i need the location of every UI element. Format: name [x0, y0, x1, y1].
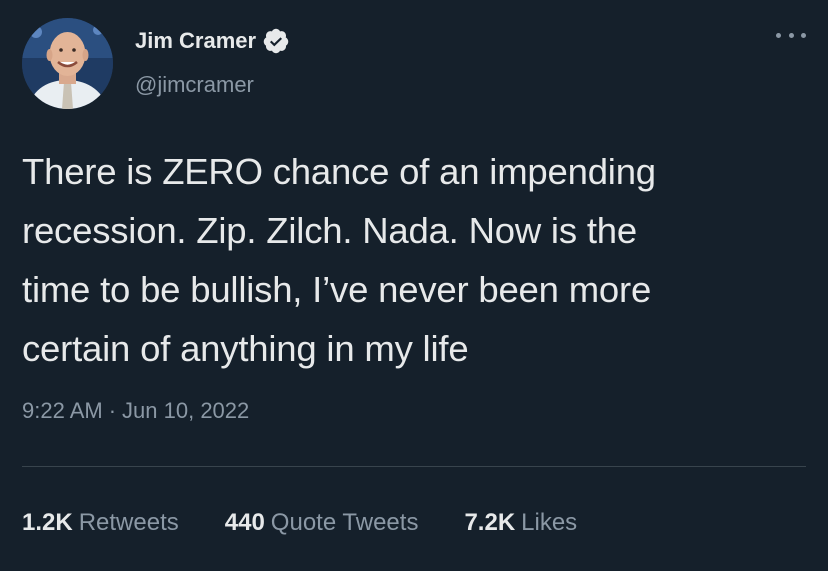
divider: [22, 466, 806, 467]
more-dot: [801, 32, 806, 38]
more-dot: [788, 32, 794, 38]
tweet-card: Jim Cramer @jimcramer There is ZERO chan…: [0, 0, 828, 571]
author-name-text[interactable]: Jim Cramer: [135, 28, 256, 54]
tweet-timestamp[interactable]: 9:22 AM · Jun 10, 2022: [22, 398, 249, 424]
retweets-stat[interactable]: 1.2K Retweets: [22, 509, 179, 537]
avatar[interactable]: [22, 18, 113, 109]
quote-tweets-stat[interactable]: 440 Quote Tweets: [225, 509, 419, 537]
author-handle[interactable]: @jimcramer: [135, 72, 254, 98]
engagement-stats: 1.2K Retweets 440 Quote Tweets 7.2K Like…: [22, 505, 577, 541]
verified-badge-icon: [263, 28, 289, 54]
author-name[interactable]: Jim Cramer: [135, 27, 290, 55]
retweets-label: Retweets: [78, 509, 179, 536]
tweet-time[interactable]: 9:22 AM: [22, 398, 103, 423]
likes-stat[interactable]: 7.2K Likes: [464, 509, 577, 537]
more-dot: [776, 32, 781, 38]
tweet-date[interactable]: Jun 10, 2022: [122, 398, 249, 423]
more-horizontal-icon[interactable]: [776, 28, 806, 42]
likes-label: Likes: [521, 509, 578, 536]
quote-tweets-count: 440: [224, 509, 265, 536]
likes-count: 7.2K: [464, 509, 516, 536]
meta-separator: ·: [108, 398, 117, 423]
retweets-count: 1.2K: [22, 509, 73, 536]
avatar-image: [22, 18, 113, 109]
tweet-text: There is ZERO chance of an impending rec…: [22, 151, 656, 369]
quote-tweets-label: Quote Tweets: [270, 509, 419, 536]
